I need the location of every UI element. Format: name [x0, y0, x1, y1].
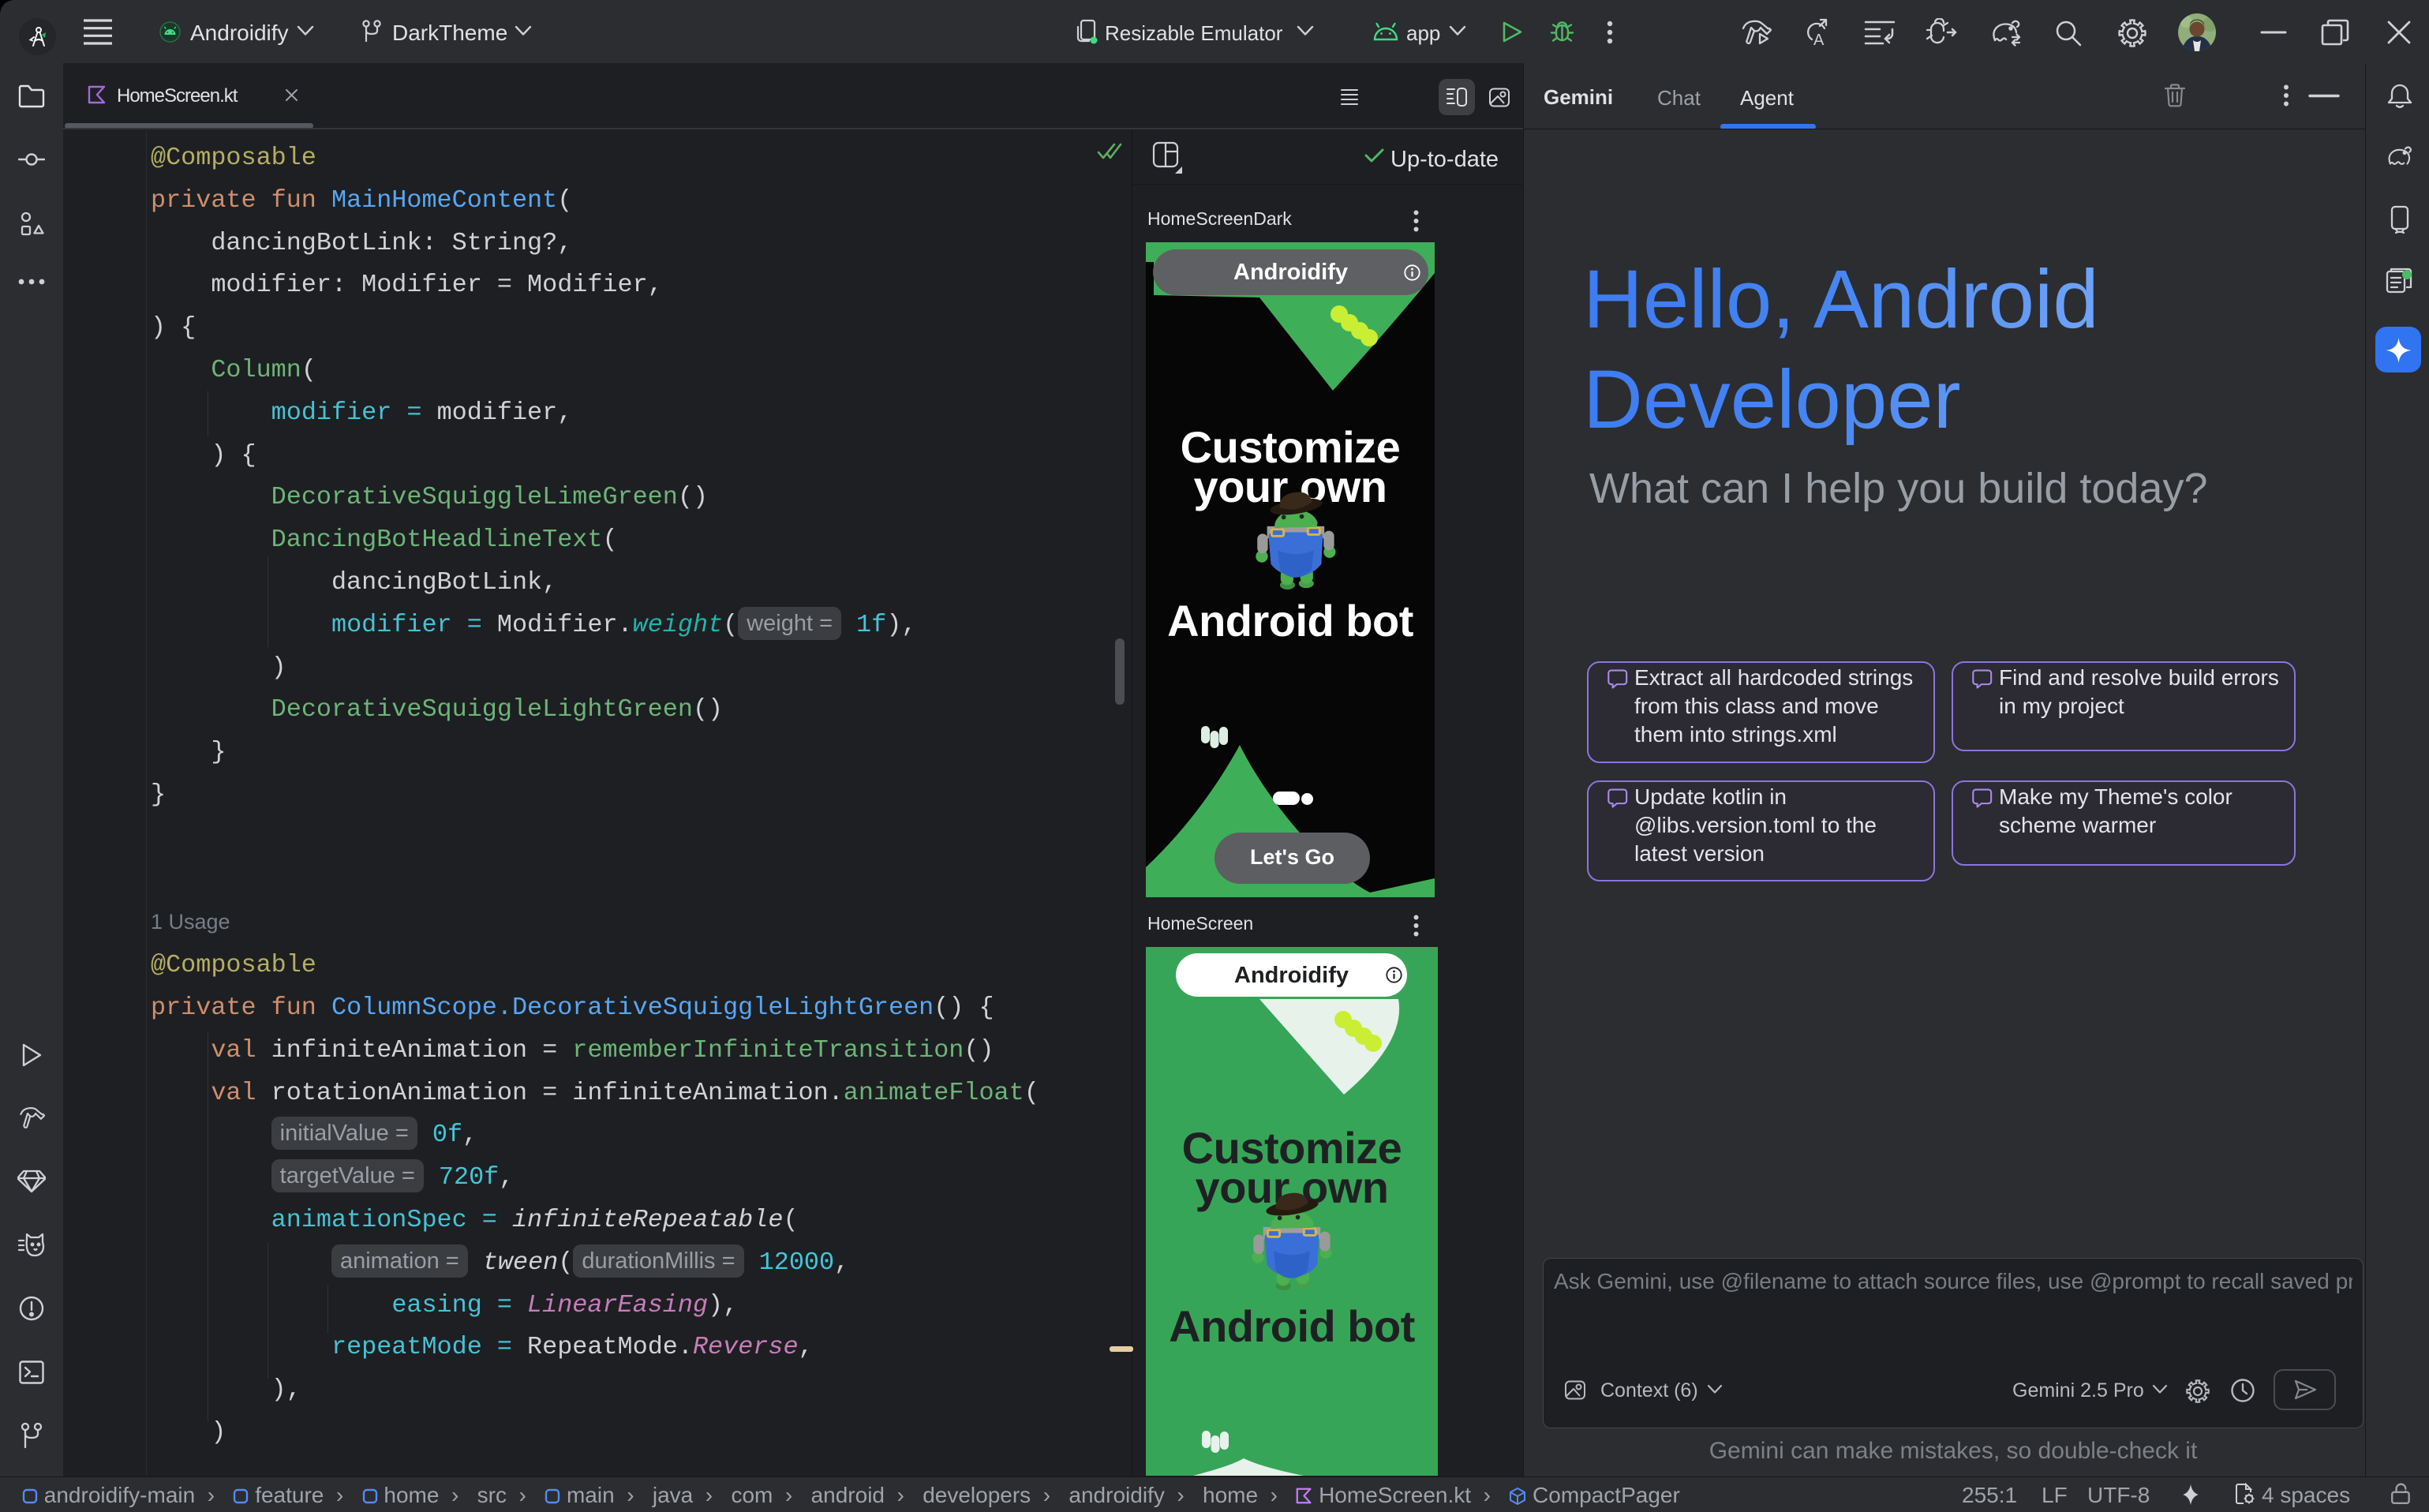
svg-text:A: A: [1813, 32, 1825, 47]
